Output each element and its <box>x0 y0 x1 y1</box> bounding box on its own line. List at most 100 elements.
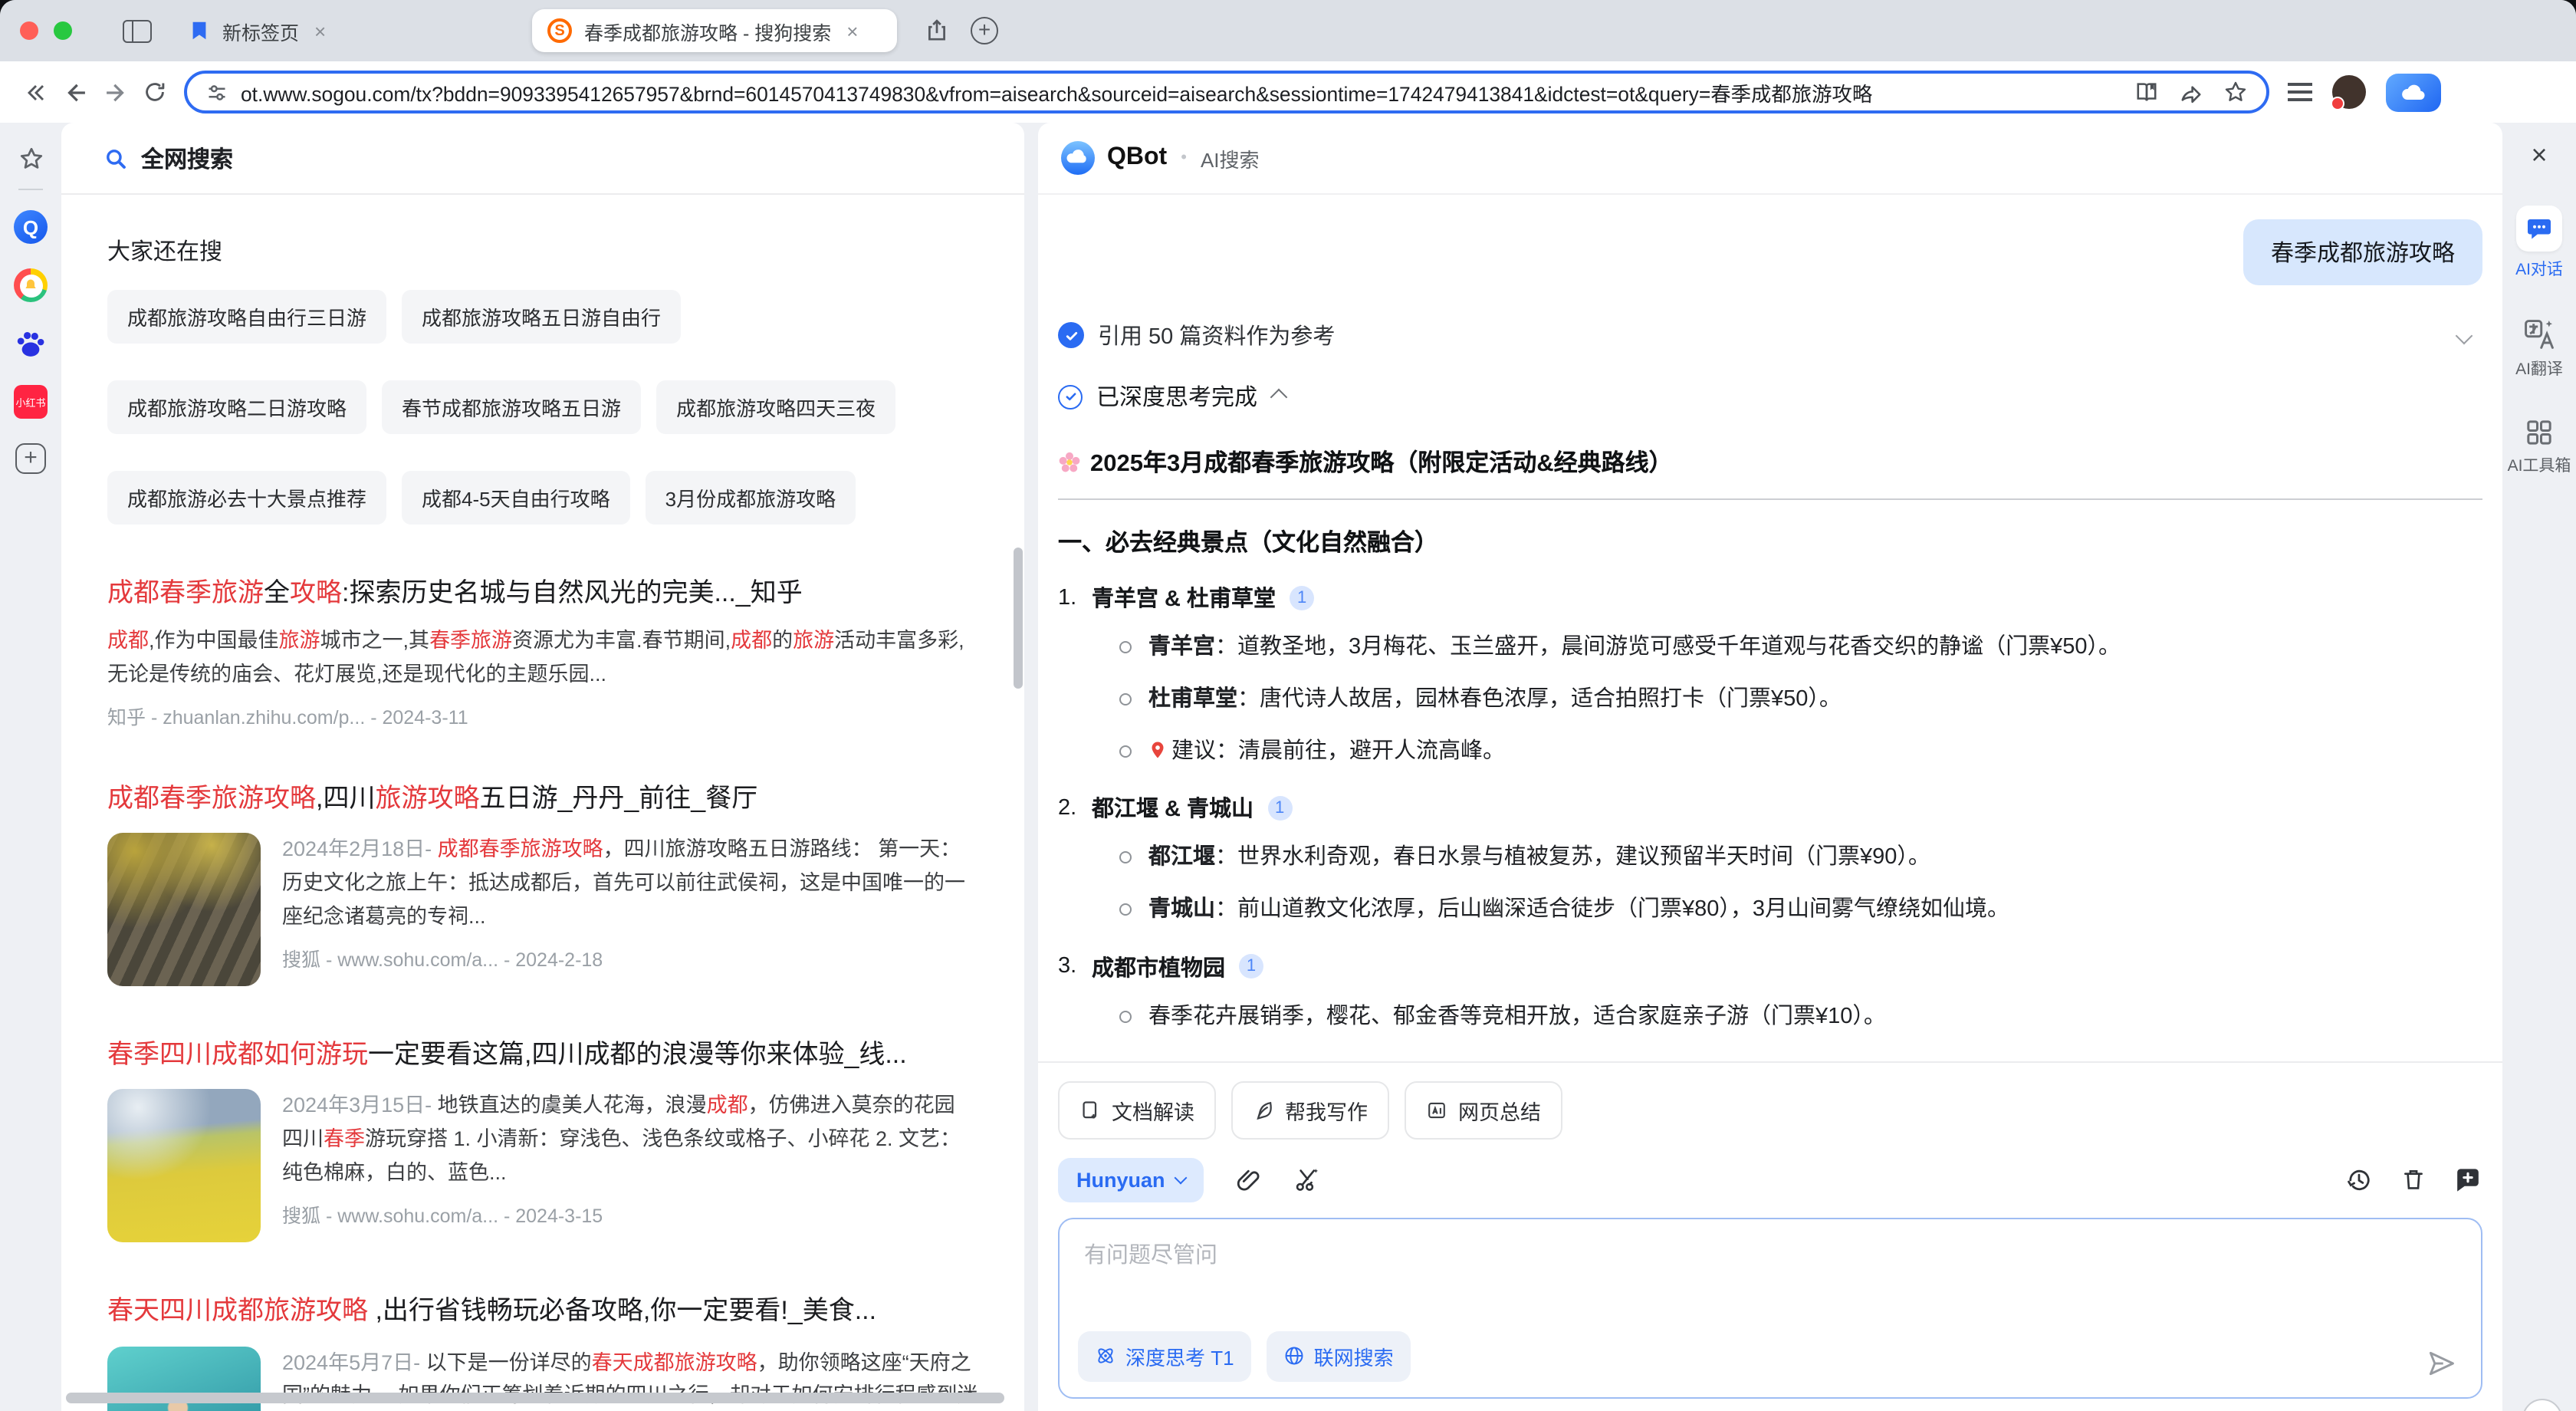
composer-toolbar: Hunyuan <box>1058 1157 2482 1202</box>
address-bar[interactable]: ot.www.sogou.com/tx?bddn=909339541265795… <box>184 71 2269 113</box>
sidebar-toggle-icon[interactable] <box>123 19 152 42</box>
send-icon[interactable] <box>2426 1347 2456 1378</box>
refresh-icon[interactable] <box>135 72 175 112</box>
forward-icon[interactable] <box>95 72 135 112</box>
toolbar: ot.www.sogou.com/tx?bddn=909339541265795… <box>0 61 2576 123</box>
bullet-marker <box>1119 745 1132 757</box>
ai-summary-icon <box>1426 1099 1447 1120</box>
list-bullet: 青城山：前山道教文化浓厚，后山幽深适合徒步（门票¥80），3月山间雾气缭绕如仙境… <box>1119 894 2482 928</box>
deep-think-row[interactable]: 已深度思考完成 <box>1058 380 2482 413</box>
close-tab-icon[interactable]: × <box>311 19 329 42</box>
window-controls <box>0 21 72 40</box>
qbot-mode-label: AI搜索 <box>1201 143 1260 173</box>
xiaohongshu-icon[interactable]: 小红书 <box>14 385 48 419</box>
model-selector[interactable]: Hunyuan <box>1058 1157 1204 1202</box>
rail-item-ai-chat[interactable]: AI对话 <box>2515 206 2563 281</box>
citation-badge[interactable]: 1 <box>1267 796 1292 821</box>
chevron-down-icon[interactable] <box>2456 327 2473 344</box>
close-qbot-icon[interactable]: × <box>2531 141 2547 169</box>
chevron-up-icon[interactable] <box>1270 388 1288 406</box>
chevron-down-icon <box>1174 1171 1187 1184</box>
collapse-sidebar-icon[interactable] <box>15 72 55 112</box>
reading-list-icon[interactable] <box>2134 80 2159 104</box>
close-window-button[interactable] <box>20 21 38 40</box>
answer-section-heading: 一、必去经典景点（文化自然融合） <box>1058 525 2482 558</box>
favorites-star-icon[interactable] <box>18 146 44 172</box>
add-app-icon[interactable]: + <box>15 443 46 474</box>
list-bullet: 建议：清晨前往，避开人流高峰。 <box>1119 735 2482 769</box>
result-thumbnail[interactable] <box>107 834 261 987</box>
citation-badge[interactable]: 1 <box>1290 585 1314 610</box>
doc-read-button[interactable]: 文档解读 <box>1058 1080 1216 1139</box>
related-chip[interactable]: 成都旅游攻略自由行三日游 <box>107 290 386 344</box>
result-title-link[interactable]: 春季四川成都如何游玩一定要看这篇,四川成都的浪漫等你来体验_线... <box>107 1039 978 1073</box>
tencent-news-icon[interactable] <box>14 268 48 302</box>
tab-label: 春季成都旅游攻略 - 搜狗搜索 <box>584 16 831 45</box>
new-chat-icon[interactable] <box>2453 1165 2482 1194</box>
page-summary-button[interactable]: 网页总结 <box>1405 1080 1562 1139</box>
share-tab-icon[interactable] <box>925 18 949 43</box>
delete-icon[interactable] <box>2400 1166 2427 1193</box>
bullet-marker <box>1119 641 1132 653</box>
result-title-link[interactable]: 春天四川成都旅游攻略 ,出行省钱畅玩必备攻略,你一定要看!_美食... <box>107 1295 978 1329</box>
list-bullet: 春季花卉展销季，樱花、郁金香等竞相开放，适合家庭亲子游（门票¥10）。 <box>1119 1002 2482 1035</box>
list-item: 1. 青羊宫 & 杜甫草堂 1 <box>1058 581 2482 613</box>
related-chip[interactable]: 3月份成都旅游攻略 <box>646 471 856 525</box>
list-bullet: 都江堰：世界水利奇观，春日水景与植被复苏，建议预留半天时间（门票¥90）。 <box>1119 843 2482 877</box>
related-chip[interactable]: 成都旅游攻略二日游攻略 <box>107 380 366 434</box>
search-icon <box>104 146 127 169</box>
document-icon <box>1079 1099 1101 1120</box>
qbot-header: QBot • AI搜索 <box>1038 123 2502 195</box>
zoom-window-button[interactable] <box>54 21 72 40</box>
menu-icon[interactable] <box>2288 90 2312 94</box>
related-chip[interactable]: 成都旅游攻略四天三夜 <box>656 380 895 434</box>
deep-think-toggle[interactable]: 深度思考 T1 <box>1078 1330 1251 1381</box>
profile-avatar[interactable] <box>2332 75 2366 109</box>
flower-icon <box>1058 450 1081 473</box>
qq-browser-icon[interactable]: Q <box>14 210 48 244</box>
back-icon[interactable] <box>55 72 95 112</box>
send-to-device-icon[interactable] <box>2179 80 2203 104</box>
baidu-icon[interactable] <box>14 327 48 360</box>
result-title-link[interactable]: 成都春季旅游全攻略:探索历史名城与自然风光的完美..._知乎 <box>107 577 978 610</box>
list-item: 3. 成都市植物园 1 <box>1058 951 2482 983</box>
brand-separator-dot: • <box>1181 149 1187 167</box>
qbot-panel: QBot • AI搜索 春季成都旅游攻略 引用 50 篇资料作为参考 <box>1038 123 2502 1411</box>
tab-new-tab-page[interactable]: 新标签页 × <box>189 16 504 45</box>
bullet-marker <box>1119 693 1132 706</box>
result-thumbnail[interactable] <box>107 1090 261 1243</box>
related-chip[interactable]: 成都4-5天自由行攻略 <box>402 471 630 525</box>
write-help-button[interactable]: 帮我写作 <box>1231 1080 1389 1139</box>
deep-think-label: 已深度思考完成 <box>1096 380 1257 413</box>
bookmark-star-icon[interactable] <box>2223 80 2248 104</box>
site-controls-icon[interactable] <box>205 81 228 104</box>
tab-label: 新标签页 <box>222 16 299 45</box>
citations-label: 引用 50 篇资料作为参考 <box>1098 319 1335 351</box>
related-chip[interactable]: 成都旅游必去十大景点推荐 <box>107 471 386 525</box>
search-results-panel: 全网搜索 大家还在搜 成都旅游攻略自由行三日游 成都旅游攻略五日游自由行 成都旅… <box>61 123 1024 1411</box>
close-tab-icon[interactable]: × <box>843 19 861 42</box>
new-tab-button[interactable]: + <box>971 17 998 44</box>
rail-divider <box>18 189 43 190</box>
chat-input[interactable]: 有问题尽管问 深度思考 T1 联网搜索 <box>1058 1217 2482 1398</box>
attach-file-button[interactable] <box>1234 1166 1262 1193</box>
tab-strip: 新标签页 × S 春季成都旅游攻略 - 搜狗搜索 × + <box>0 0 2576 61</box>
result-snippet: 成都,作为中国最佳旅游城市之一,其春季旅游资源尤为丰富.春节期间,成都的旅游活动… <box>107 624 978 690</box>
result-title-link[interactable]: 成都春季旅游攻略,四川旅游攻略五日游_丹丹_前往_餐厅 <box>107 783 978 817</box>
screenshot-button[interactable] <box>1293 1166 1320 1193</box>
rail-label: AI工具箱 <box>2508 454 2571 477</box>
citations-row[interactable]: 引用 50 篇资料作为参考 <box>1058 319 2482 351</box>
citation-badge[interactable]: 1 <box>1239 955 1263 979</box>
rail-item-ai-toolbox[interactable]: AI工具箱 <box>2508 417 2571 477</box>
result-source: 搜狐 - www.sohu.com/a... - 2024-2-18 <box>282 943 978 972</box>
related-chip[interactable]: 春节成都旅游攻略五日游 <box>382 380 641 434</box>
history-icon[interactable] <box>2344 1165 2374 1194</box>
related-chip[interactable]: 成都旅游攻略五日游自由行 <box>402 290 681 344</box>
vertical-scrollbar[interactable] <box>1014 548 1023 689</box>
tab-sogou-search[interactable]: S 春季成都旅游攻略 - 搜狗搜索 × <box>532 9 897 52</box>
rail-item-ai-translate[interactable]: AI翻译 <box>2515 317 2563 380</box>
url-text[interactable]: ot.www.sogou.com/tx?bddn=909339541265795… <box>241 77 2134 107</box>
qbot-cloud-button[interactable] <box>2386 73 2441 111</box>
horizontal-scrollbar[interactable] <box>66 1393 1004 1403</box>
web-search-toggle[interactable]: 联网搜索 <box>1267 1330 1411 1381</box>
